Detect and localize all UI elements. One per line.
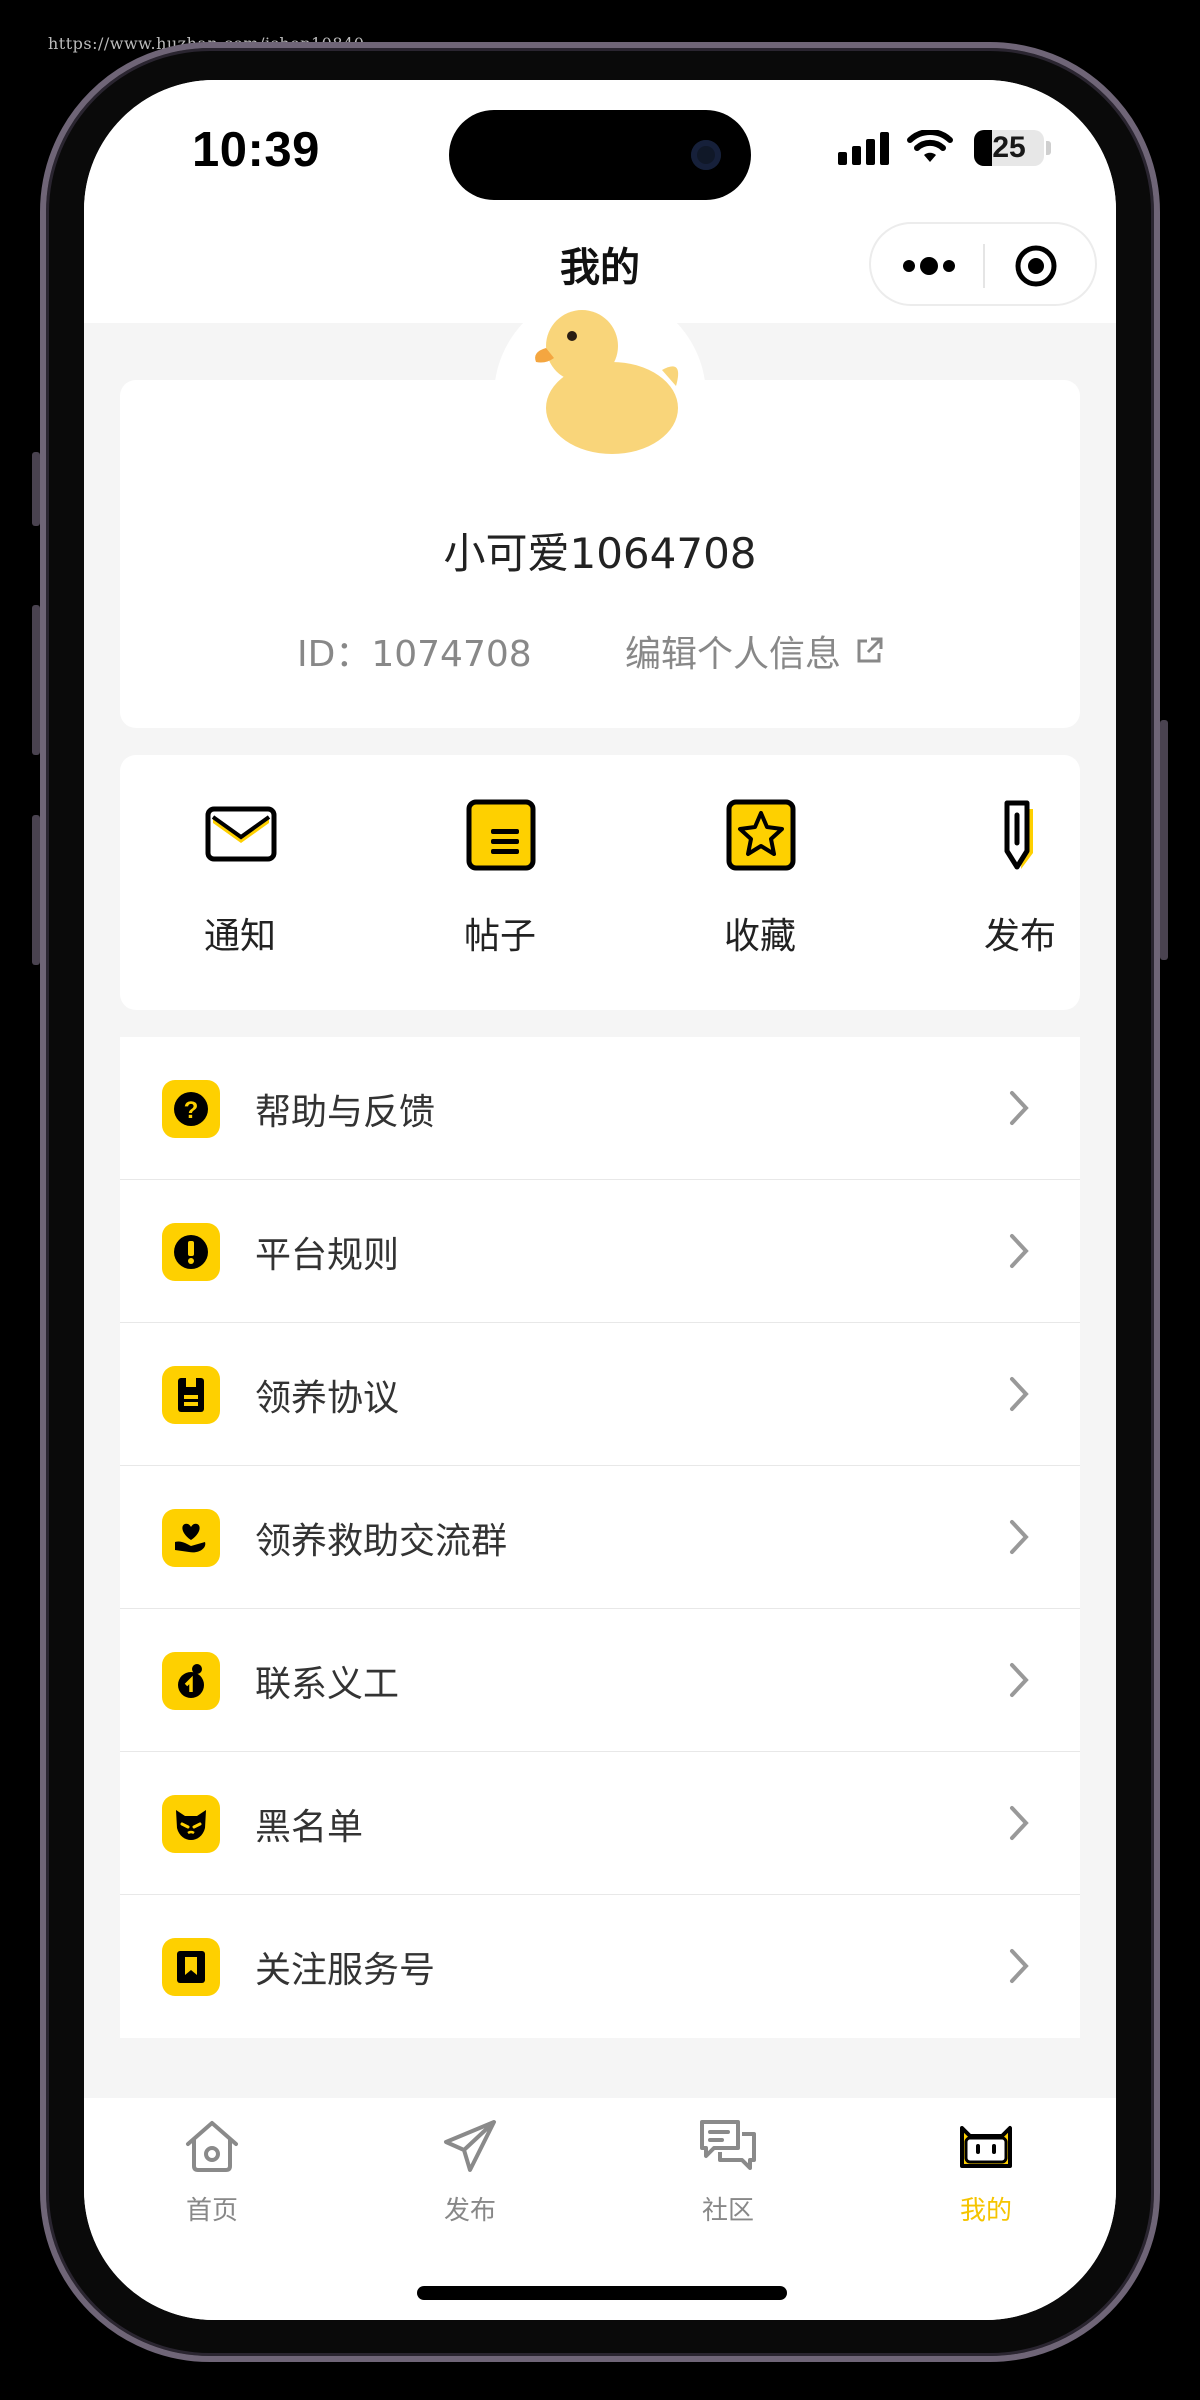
menu-item-agreement[interactable]: 领养协议 <box>120 1323 1080 1466</box>
volunteer-icon <box>162 1652 220 1710</box>
action-publish[interactable]: 发布 <box>950 755 1090 1010</box>
volume-up-button <box>32 605 40 755</box>
battery-icon: 25 <box>974 130 1044 166</box>
cat-face-icon <box>162 1795 220 1853</box>
tab-label: 发布 <box>443 2196 496 2226</box>
menu-item-group[interactable]: 领养救助交流群 <box>120 1466 1080 1609</box>
menu-label: 帮助与反馈 <box>255 1092 436 1133</box>
tab-label: 社区 <box>701 2196 754 2226</box>
menu-label: 领养协议 <box>255 1378 400 1419</box>
more-dots-icon[interactable] <box>899 248 959 284</box>
camera-icon <box>691 140 721 170</box>
chevron-right-icon <box>1010 1520 1029 1554</box>
star-icon <box>726 799 796 871</box>
edit-profile-label: 编辑个人信息 <box>625 634 842 675</box>
settings-menu: ? 帮助与反馈 平台规则 领养协议 领养救助交流群 联系义工 黑名单 关注服务号 <box>120 1037 1080 2038</box>
status-time: 10:39 <box>192 123 320 177</box>
chevron-right-icon <box>1010 1949 1029 1983</box>
envelope-icon <box>205 806 277 862</box>
chevron-right-icon <box>1010 1377 1029 1411</box>
external-link-icon <box>857 637 883 663</box>
menu-label: 领养救助交流群 <box>255 1521 508 1562</box>
svg-text:?: ? <box>184 1097 199 1124</box>
phone-screen: 10:39 25 我的 小可爱1064708 ID：1074708 编辑个人信息… <box>84 80 1116 2320</box>
menu-label: 黑名单 <box>255 1807 364 1848</box>
duck-avatar-icon[interactable] <box>524 308 684 458</box>
action-notify[interactable]: 通知 <box>170 755 310 1010</box>
menu-item-blacklist[interactable]: 黑名单 <box>120 1752 1080 1895</box>
menu-item-rules[interactable]: 平台规则 <box>120 1180 1080 1323</box>
menu-item-help[interactable]: ? 帮助与反馈 <box>120 1037 1080 1180</box>
battery-tip <box>1046 141 1051 155</box>
menu-label: 关注服务号 <box>255 1950 436 1991</box>
action-favorites[interactable]: 收藏 <box>690 755 830 1010</box>
edit-profile-link[interactable]: 编辑个人信息 <box>625 625 885 677</box>
warning-icon <box>162 1223 220 1281</box>
menu-item-volunteer[interactable]: 联系义工 <box>120 1609 1080 1752</box>
quick-actions: 通知 帖子 收藏 发布 <box>120 755 1080 1010</box>
menu-label: 平台规则 <box>255 1235 400 1276</box>
tab-label: 我的 <box>959 2196 1012 2226</box>
pen-icon <box>1004 800 1033 870</box>
tab-label: 首页 <box>185 2196 238 2226</box>
target-icon[interactable] <box>1014 244 1058 288</box>
send-icon <box>444 2120 496 2172</box>
chevron-right-icon <box>1010 1806 1029 1840</box>
document-icon <box>162 1366 220 1424</box>
wifi-icon <box>907 130 953 162</box>
action-label: 发布 <box>983 916 1056 957</box>
chat-icon <box>700 2120 756 2170</box>
chevron-right-icon <box>1010 1234 1029 1268</box>
menu-item-follow[interactable]: 关注服务号 <box>120 1895 1080 2038</box>
chevron-right-icon <box>1010 1091 1029 1125</box>
heart-hand-icon <box>162 1509 220 1567</box>
action-posts[interactable]: 帖子 <box>430 755 570 1010</box>
header: 10:39 25 我的 <box>84 80 1116 323</box>
signal-icon <box>838 132 889 165</box>
username: 小可爱1064708 <box>443 529 757 578</box>
power-button <box>1160 720 1168 960</box>
action-label: 通知 <box>203 916 276 957</box>
bookmark-icon <box>162 1938 220 1996</box>
cat-tv-icon <box>960 2126 1012 2168</box>
volume-down-button <box>32 815 40 965</box>
capsule-divider <box>983 244 985 288</box>
post-list-icon <box>466 799 536 871</box>
action-button <box>32 452 40 526</box>
user-id: ID：1074708 <box>297 634 532 675</box>
dynamic-island <box>449 110 751 200</box>
home-icon <box>186 2121 238 2172</box>
home-indicator[interactable] <box>417 2286 787 2300</box>
action-label: 帖子 <box>463 916 536 957</box>
chevron-right-icon <box>1010 1663 1029 1697</box>
battery-percent: 25 <box>992 131 1026 164</box>
miniprogram-capsule <box>869 222 1097 306</box>
action-label: 收藏 <box>723 916 796 957</box>
menu-label: 联系义工 <box>255 1664 400 1705</box>
help-icon: ? <box>162 1080 220 1138</box>
